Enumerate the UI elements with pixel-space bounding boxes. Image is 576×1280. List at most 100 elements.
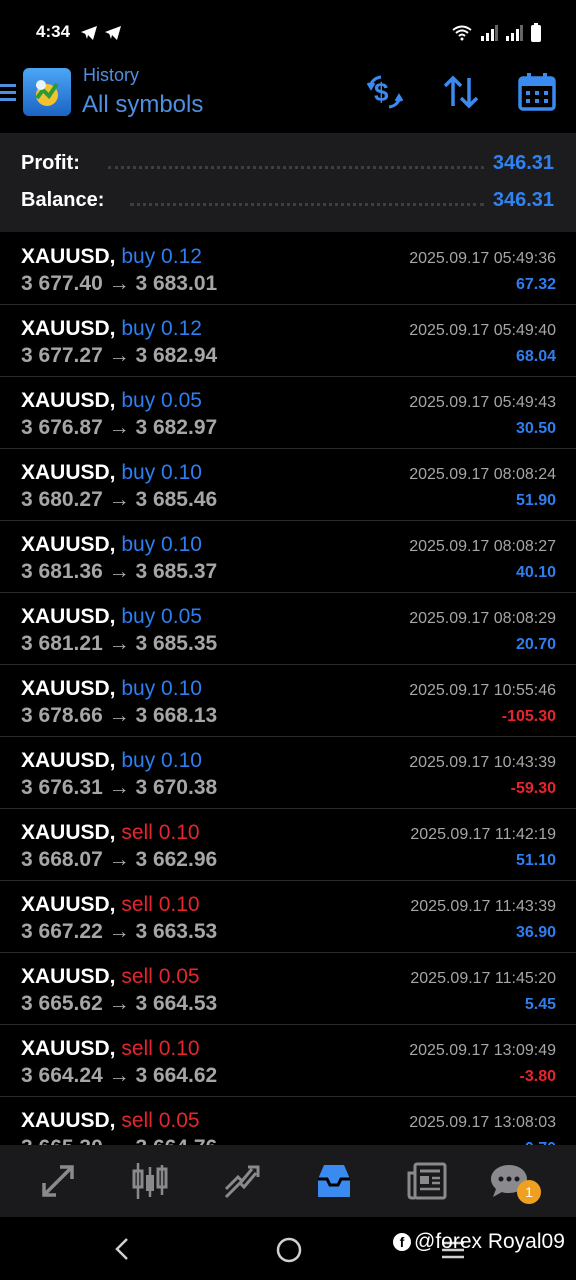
- close-price: 3 662.96: [135, 848, 218, 871]
- history-icon[interactable]: [314, 1161, 354, 1201]
- back-icon[interactable]: [112, 1237, 132, 1261]
- close-price: 3 664.53: [135, 992, 218, 1015]
- deal-time: 2025.09.17 05:49:40: [409, 322, 556, 339]
- telegram-icon: [81, 26, 97, 40]
- svg-text:$: $: [374, 77, 389, 107]
- deal-row[interactable]: XAUUSD, sell 0.10 3 667.22 → 3 663.53 2025…: [0, 881, 576, 953]
- deal-symbol-line: XAUUSD, buy 0.10: [21, 677, 202, 701]
- deal-symbol: XAUUSD,: [21, 893, 116, 916]
- deal-row[interactable]: XAUUSD, buy 0.12 3 677.27 → 3 682.94 2025.…: [0, 305, 576, 377]
- arrow-icon: →: [109, 1136, 130, 1145]
- deal-profit: -3.80: [519, 1068, 556, 1085]
- bottom-navigation: 1: [0, 1145, 576, 1217]
- signal-icon: [506, 25, 523, 41]
- app-logo[interactable]: [23, 68, 71, 116]
- deals-list[interactable]: XAUUSD, buy 0.12 3 677.40 → 3 683.01 2025.…: [0, 233, 576, 1145]
- sort-icon[interactable]: [441, 72, 481, 112]
- close-price: 3 670.38: [135, 776, 218, 799]
- menu-icon[interactable]: [0, 82, 16, 102]
- trade-icon[interactable]: [222, 1161, 262, 1201]
- deal-symbol-line: XAUUSD, sell 0.10: [21, 1037, 200, 1061]
- deal-row[interactable]: XAUUSD, buy 0.10 3 680.27 → 3 685.46 2025.…: [0, 449, 576, 521]
- deal-time: 2025.09.17 08:08:29: [409, 610, 556, 627]
- deal-prices: 3 665.62 → 3 664.53: [21, 992, 217, 1016]
- deal-row[interactable]: XAUUSD, buy 0.05 3 681.21 → 3 685.35 2025.…: [0, 593, 576, 665]
- open-price: 3 665.30: [21, 1136, 103, 1145]
- deal-profit: 20.70: [515, 636, 556, 653]
- status-time: 4:34: [36, 22, 71, 41]
- deal-symbol-line: XAUUSD, buy 0.10: [21, 749, 202, 773]
- deal-prices: 3 665.30 → 3 664.76: [21, 1136, 217, 1145]
- deal-symbol: XAUUSD,: [21, 965, 116, 988]
- deal-symbol: XAUUSD,: [21, 533, 116, 556]
- deal-symbol: XAUUSD,: [21, 821, 116, 844]
- deal-profit: 67.32: [515, 276, 556, 293]
- close-price: 3 685.35: [135, 632, 218, 655]
- close-price: 3 685.46: [135, 488, 218, 511]
- deal-time: 2025.09.17 05:49:36: [409, 250, 556, 267]
- deal-prices: 3 676.87 → 3 682.97: [21, 416, 217, 440]
- deal-prices: 3 676.31 → 3 670.38: [21, 776, 217, 800]
- signal-icon: [481, 25, 498, 41]
- close-price: 3 682.97: [135, 416, 218, 439]
- deal-row[interactable]: XAUUSD, sell 0.05 3 665.62 → 3 664.53 2025…: [0, 953, 576, 1025]
- arrow-icon: →: [108, 776, 130, 799]
- deal-row[interactable]: XAUUSD, buy 0.10 3 678.66 → 3 668.13 2025.…: [0, 665, 576, 737]
- deal-profit: 51.10: [515, 852, 556, 869]
- profit-value: 346.31: [492, 152, 554, 174]
- deal-symbol-line: XAUUSD, buy 0.10: [21, 533, 202, 557]
- deal-type: buy 0.10: [121, 533, 202, 556]
- deal-row[interactable]: XAUUSD, sell 0.05 3 665.30 → 3 664.76 2025…: [0, 1097, 576, 1145]
- dotted-leader: [130, 203, 484, 206]
- deal-time: 2025.09.17 08:08:27: [409, 538, 556, 555]
- wifi-icon: [452, 25, 472, 41]
- deal-row[interactable]: XAUUSD, sell 0.10 3 664.24 → 3 664.62 2025…: [0, 1025, 576, 1097]
- open-price: 3 664.24: [21, 1064, 103, 1087]
- deal-type: sell 0.10: [121, 821, 200, 844]
- calendar-icon[interactable]: [517, 72, 557, 112]
- deal-type: buy 0.10: [121, 749, 202, 772]
- arrow-icon: →: [108, 848, 130, 871]
- deposit-icon[interactable]: $: [365, 72, 405, 112]
- deal-prices: 3 681.36 → 3 685.37: [21, 560, 217, 584]
- quotes-icon[interactable]: [38, 1161, 78, 1201]
- deal-symbol: XAUUSD,: [21, 677, 116, 700]
- chat-badge: 1: [517, 1180, 541, 1204]
- deal-prices: 3 681.21 → 3 685.35: [21, 632, 217, 656]
- profit-label: Profit:: [21, 152, 80, 174]
- open-price: 3 667.22: [21, 920, 103, 943]
- deal-type: buy 0.10: [121, 677, 202, 700]
- close-price: 3 664.62: [135, 1064, 218, 1087]
- header-title[interactable]: All symbols: [82, 91, 203, 119]
- news-icon[interactable]: [407, 1161, 447, 1201]
- deal-symbol-line: XAUUSD, sell 0.05: [21, 1109, 200, 1133]
- deal-row[interactable]: XAUUSD, buy 0.12 3 677.40 → 3 683.01 2025.…: [0, 233, 576, 305]
- close-price: 3 663.53: [135, 920, 218, 943]
- balance-value: 346.31: [492, 189, 554, 211]
- deal-symbol-line: XAUUSD, sell 0.05: [21, 965, 200, 989]
- arrow-icon: →: [108, 632, 130, 655]
- arrow-icon: →: [108, 920, 130, 943]
- open-price: 3 681.36: [21, 560, 103, 583]
- deal-prices: 3 677.40 → 3 683.01: [21, 272, 217, 296]
- deal-row[interactable]: XAUUSD, buy 0.05 3 676.87 → 3 682.97 2025.…: [0, 377, 576, 449]
- deal-time: 2025.09.17 13:08:03: [409, 1114, 556, 1131]
- status-bar: 4:34: [0, 0, 576, 62]
- close-price: 3 683.01: [135, 272, 218, 295]
- deal-type: buy 0.05: [121, 605, 202, 628]
- arrow-icon: →: [108, 992, 130, 1015]
- home-icon[interactable]: [276, 1237, 302, 1263]
- deal-prices: 3 667.22 → 3 663.53: [21, 920, 217, 944]
- deal-prices: 3 664.24 → 3 664.62: [21, 1064, 217, 1088]
- deal-profit: -59.30: [510, 780, 556, 797]
- deal-row[interactable]: XAUUSD, buy 0.10 3 676.31 → 3 670.38 2025.…: [0, 737, 576, 809]
- deal-row[interactable]: XAUUSD, buy 0.10 3 681.36 → 3 685.37 2025.…: [0, 521, 576, 593]
- arrow-icon: →: [108, 704, 130, 727]
- chart-icon[interactable]: [130, 1161, 170, 1201]
- close-price: 3 664.76: [135, 1136, 217, 1145]
- deal-row[interactable]: XAUUSD, sell 0.10 3 668.07 → 3 662.96 2025…: [0, 809, 576, 881]
- deal-symbol: XAUUSD,: [21, 245, 116, 268]
- balance-label: Balance:: [21, 189, 105, 211]
- deal-symbol: XAUUSD,: [21, 389, 116, 412]
- deal-time: 2025.09.17 11:42:19: [410, 826, 556, 843]
